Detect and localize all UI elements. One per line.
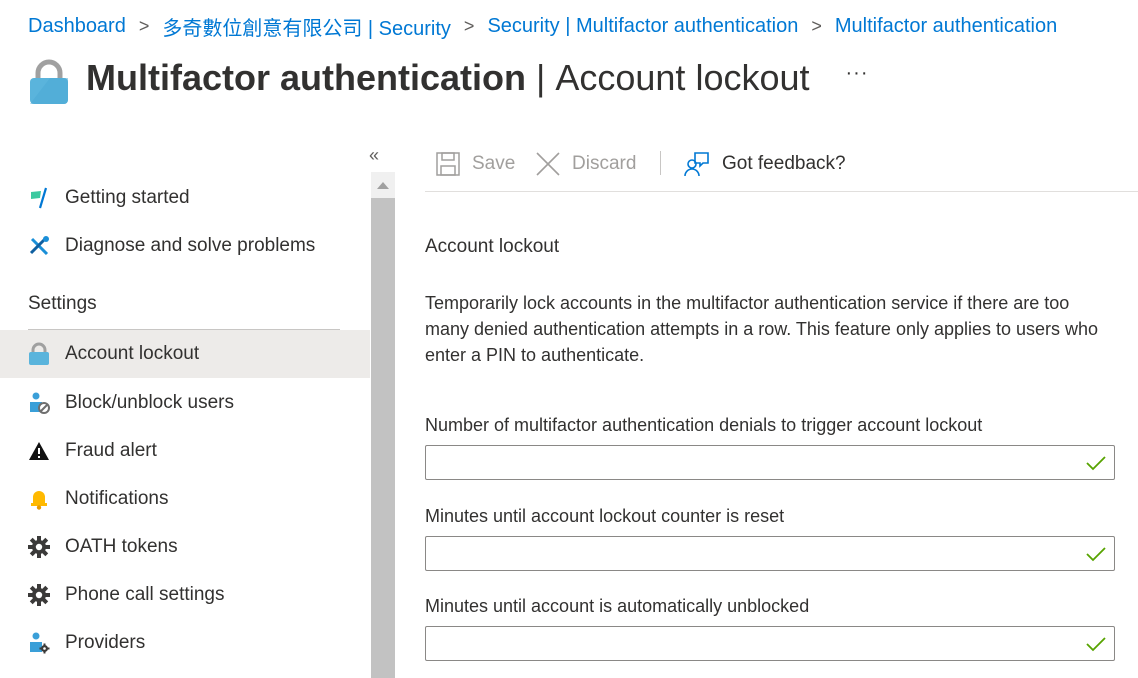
user-gear-icon [28,632,50,654]
breadcrumb-separator: > [811,15,822,36]
gear-icon [28,536,50,558]
bell-icon [28,488,50,510]
command-bar: Save Discard Got feedback? [425,140,1138,192]
sidebar-item-label: Notifications [65,488,169,509]
breadcrumb-mfa[interactable]: Multifactor authentication [835,15,1057,38]
save-icon [436,152,460,176]
gear-icon [28,584,50,606]
counter-reset-input-field[interactable] [434,537,1078,570]
more-options-button[interactable]: ··· [846,62,869,85]
page-header: Multifactor authentication | Account loc… [28,52,869,104]
toolbar-divider [660,151,661,175]
sidebar-item-notifications[interactable]: Notifications [0,475,370,523]
discard-label: Discard [572,153,637,174]
feedback-label: Got feedback? [722,153,846,174]
section-header-settings: Settings [28,293,97,314]
warning-icon [28,440,50,462]
breadcrumb-security[interactable]: 多奇數位創意有限公司 | Security [162,12,451,41]
section-title: Account lockout [425,236,560,257]
wrench-icon [28,235,50,257]
sidebar-item-label: Fraud alert [65,440,157,461]
sidebar-item-label: Getting started [65,187,190,208]
unblock-minutes-input-field[interactable] [434,627,1078,660]
discard-button[interactable]: Discard [536,148,636,180]
breadcrumb: Dashboard > 多奇數位創意有限公司 | Security > Secu… [28,12,1057,40]
save-button[interactable]: Save [436,148,515,180]
check-icon [1086,637,1106,652]
flag-icon [28,187,50,209]
sidebar-scrollbar[interactable] [371,172,395,678]
sidebar-item-getting-started[interactable]: Getting started [0,174,370,222]
check-icon [1086,547,1106,562]
sidebar-item-diagnose[interactable]: Diagnose and solve problems [0,222,370,270]
page-subtitle: Account lockout [555,57,810,98]
sidebar-item-oath-tokens[interactable]: OATH tokens [0,523,370,571]
denials-input[interactable] [425,445,1115,480]
scroll-up-button[interactable] [371,172,395,198]
lock-icon [28,342,50,365]
sidebar-item-label: Phone call settings [65,584,225,605]
sidebar-item-label: Block/unblock users [65,392,234,413]
scrollbar-thumb[interactable] [371,198,395,678]
denials-input-field[interactable] [434,446,1078,479]
breadcrumb-dashboard[interactable]: Dashboard [28,15,126,38]
description: Temporarily lock accounts in the multifa… [425,293,1099,365]
counter-reset-input[interactable] [425,536,1115,571]
breadcrumb-separator: > [138,15,150,36]
save-label: Save [472,153,516,174]
sidebar-item-label: Account lockout [65,343,200,364]
feedback-icon [684,151,710,177]
unblock-minutes-input[interactable] [425,626,1115,661]
field-label-unblock: Minutes until account is automatically u… [425,596,810,616]
breadcrumb-security-mfa[interactable]: Security | Multifactor authentication [487,15,798,38]
field-label-denials: Number of multifactor authentication den… [425,415,983,435]
sidebar-item-label: Providers [65,632,146,653]
user-block-icon [28,392,50,414]
sidebar-item-label: Diagnose and solve problems [65,235,316,256]
lock-icon [28,58,70,106]
check-icon [1086,456,1106,471]
sidebar-item-block-unblock-users[interactable]: Block/unblock users [0,379,370,427]
breadcrumb-separator: > [463,15,475,36]
page-title: Multifactor authentication [86,57,526,98]
sidebar-item-label: OATH tokens [65,536,178,557]
sidebar-item-providers[interactable]: Providers [0,619,370,667]
close-icon [536,152,560,176]
field-label-counter-reset: Minutes until account lockout counter is… [425,506,785,526]
sidebar-item-fraud-alert[interactable]: Fraud alert [0,427,370,475]
title-separator: | [536,57,546,98]
sidebar-item-phone-call-settings[interactable]: Phone call settings [0,571,370,619]
collapse-sidebar-button[interactable]: « [369,145,379,166]
feedback-button[interactable]: Got feedback? [684,148,846,180]
sidebar-item-account-lockout[interactable]: Account lockout [0,330,370,378]
